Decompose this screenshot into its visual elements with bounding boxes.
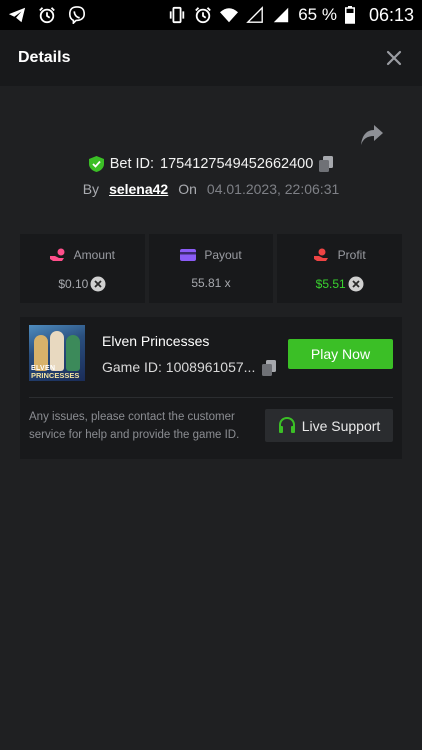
copy-icon[interactable] <box>319 156 334 172</box>
profit-hand-icon <box>313 248 328 261</box>
stat-payout-label: Payout <box>204 248 242 262</box>
stat-amount: Amount $0.10 <box>20 234 145 303</box>
stat-profit-value-row: $5.51 <box>316 276 364 292</box>
clock: 06:13 <box>368 4 414 25</box>
play-now-button[interactable]: Play Now <box>288 339 393 369</box>
by-label: By <box>82 181 100 197</box>
alarm-icon <box>39 7 55 24</box>
stat-payout-value-row: 55.81 x <box>191 276 230 290</box>
game-card: ELVEN PRINCESSES Elven Princesses Game I… <box>20 317 402 459</box>
bet-id-label: Bet ID: <box>109 156 155 172</box>
signal-empty-icon <box>246 6 264 23</box>
shield-check-icon <box>88 156 104 172</box>
stat-payout: Payout 55.81 x <box>148 234 274 303</box>
thumbnail-figure <box>66 335 80 371</box>
thumbnail-title-bottom: PRINCESSES <box>31 371 80 380</box>
bet-stats: Amount $0.10 Payout 55.81 x Profit $5.51 <box>20 234 403 303</box>
status-bar: 65 % 06:13 <box>0 0 422 30</box>
telegram-icon <box>8 7 26 23</box>
page-title: Details <box>18 49 71 66</box>
share-icon[interactable] <box>360 124 384 146</box>
stat-payout-value: 55.81 x <box>191 276 231 290</box>
stat-amount-header: Amount <box>49 248 116 262</box>
wifi-icon <box>220 8 239 23</box>
status-bar-left <box>8 6 86 24</box>
game-id-label: Game ID: <box>102 359 162 375</box>
bet-id-value: 1754127549452662400 <box>160 156 314 172</box>
copy-icon[interactable] <box>262 360 276 376</box>
stat-amount-value-row: $0.10 <box>58 276 106 292</box>
support-info-text: Any issues, please contact the customer … <box>29 411 240 441</box>
game-name: Elven Princesses <box>102 333 210 349</box>
battery-icon <box>344 6 355 24</box>
currency-x-icon <box>90 276 106 292</box>
status-bar-right: 65 % 06:13 <box>168 5 414 26</box>
live-support-button[interactable]: Live Support <box>265 409 393 442</box>
game-thumbnail[interactable]: ELVEN PRINCESSES <box>29 325 85 381</box>
viber-icon <box>68 6 86 24</box>
game-id-value: 1008961057... <box>165 359 256 375</box>
vibrate-icon <box>170 6 185 24</box>
stat-profit-label: Profit <box>337 248 366 262</box>
bet-date: 04.01.2023, 22:06:31 <box>206 181 340 197</box>
stat-payout-header: Payout <box>180 248 242 262</box>
details-header: Details <box>0 30 422 86</box>
bet-id-row: Bet ID: 1754127549452662400 <box>0 152 422 176</box>
card-icon <box>180 249 197 261</box>
close-icon[interactable] <box>384 48 404 68</box>
stat-profit-value: $5.51 <box>315 277 346 291</box>
stat-profit: Profit $5.51 <box>277 234 403 303</box>
battery-percent: 65 % <box>298 5 337 24</box>
headset-icon <box>278 417 295 433</box>
signal-icon <box>274 7 289 23</box>
stat-amount-value: $0.10 <box>58 277 89 291</box>
stat-profit-header: Profit <box>313 248 366 262</box>
stat-amount-label: Amount <box>73 248 116 262</box>
game-id-row: Game ID: 1008961057... <box>102 359 256 375</box>
live-support-label: Live Support <box>301 417 381 434</box>
divider <box>29 397 393 398</box>
alarm-icon <box>195 7 212 24</box>
hand-coin-icon <box>49 248 65 261</box>
currency-x-icon <box>348 276 364 292</box>
on-label: On <box>178 181 197 197</box>
user-link[interactable]: selena42 <box>109 181 168 197</box>
bet-meta-row: By selena42 On 04.01.2023, 22:06:31 <box>0 178 422 200</box>
